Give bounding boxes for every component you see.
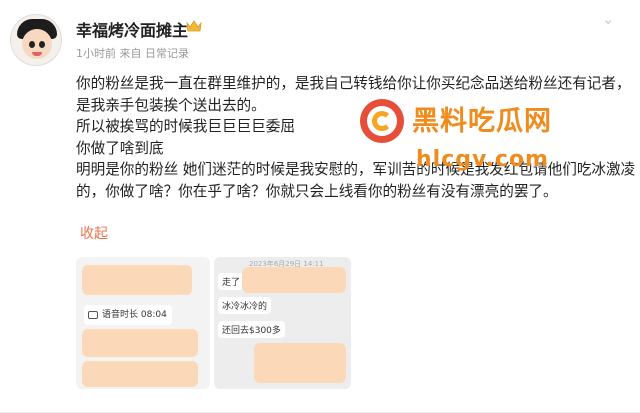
site-watermark: 黑料吃瓜网 hlcgv.com	[360, 95, 580, 195]
chat-bubble: 还回去$300多	[218, 321, 285, 338]
crown-badge-icon	[186, 20, 202, 32]
video-call-icon	[88, 311, 98, 319]
call-duration: 语音时长 08:04	[102, 310, 167, 320]
collapse-link[interactable]: 收起	[80, 223, 108, 243]
redacted-block	[82, 329, 198, 357]
more-chevron-icon[interactable]: ›	[600, 19, 616, 25]
post-image-2[interactable]: 2023年6月29日 14:11 走了 冰冷冰冷的 还回去$300多	[214, 257, 351, 389]
avatar-eye-left	[29, 41, 35, 48]
redacted-block	[82, 265, 192, 295]
avatar[interactable]	[10, 14, 62, 66]
post-meta: 1小时前 来自 日常记录	[76, 47, 189, 60]
redacted-block	[82, 361, 198, 387]
redacted-block	[242, 267, 346, 293]
voice-call-chip: 语音时长 08:04	[84, 305, 172, 325]
redacted-block	[254, 343, 346, 383]
post-image-1[interactable]: 语音时长 08:04	[76, 257, 210, 389]
avatar-eye-right	[39, 41, 45, 48]
username[interactable]: 幸福烤冷面摊主	[76, 17, 188, 41]
watermark-url: hlcgv.com	[416, 147, 549, 172]
chat-bubble: 走了	[218, 273, 245, 290]
chat-bubble: 冰冷冰冷的	[218, 297, 272, 314]
watermark-title: 黑料吃瓜网	[412, 106, 552, 137]
watermark-logo-icon	[360, 99, 404, 143]
